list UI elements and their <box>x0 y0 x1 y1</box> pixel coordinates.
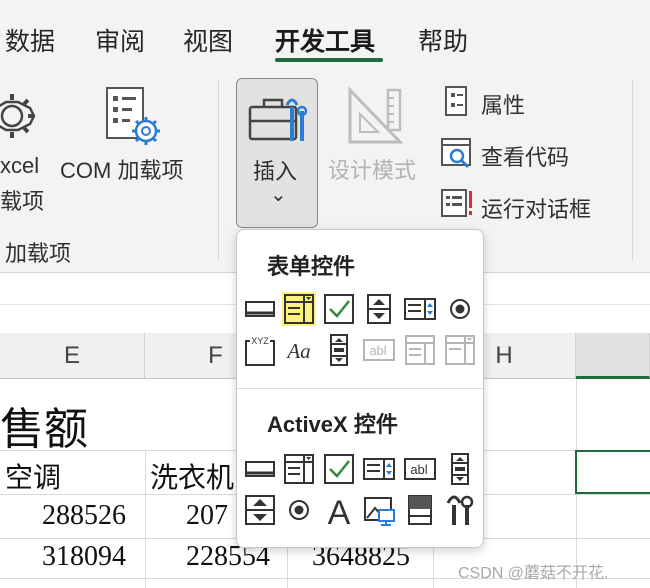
combo-list-edit-icon <box>405 335 435 365</box>
text-field-icon: abl <box>363 339 395 361</box>
tab-data[interactable]: 数据 <box>5 22 55 58</box>
run-dialog-icon <box>441 189 472 217</box>
activex-more-controls-control[interactable] <box>443 493 477 527</box>
list-box-icon <box>363 458 395 480</box>
text-box-icon: abl <box>404 458 436 480</box>
properties-label: 属性 <box>481 93 526 118</box>
option-button-icon <box>450 299 470 319</box>
wrench-screwdriver-icon <box>446 495 474 525</box>
com-addins-label: COM 加载项 <box>60 158 184 183</box>
form-option-button-control[interactable] <box>443 292 477 326</box>
cell-f-header[interactable]: 洗衣机 <box>150 456 234 496</box>
form-label-control[interactable]: Aa <box>282 333 316 367</box>
chevron-down-icon: ⌄ <box>270 184 287 206</box>
insert-controls-button[interactable]: 插入 ⌄ <box>236 78 318 228</box>
svg-text:Aa: Aa <box>285 339 310 363</box>
spin-button-icon <box>245 495 275 525</box>
tab-review[interactable]: 审阅 <box>95 22 145 58</box>
addins-group-label: 加载项 <box>5 241 72 266</box>
active-tab-indicator <box>275 58 383 62</box>
group-box-icon: XYZ <box>245 336 275 366</box>
view-code-label: 查看代码 <box>481 145 570 170</box>
cell-title[interactable]: 售额 <box>0 393 88 457</box>
activex-image-control[interactable] <box>362 493 396 527</box>
toolbox-icon <box>248 98 308 141</box>
form-list-box-control[interactable] <box>403 292 437 326</box>
form-text-field-control[interactable]: abl <box>362 333 396 367</box>
scroll-bar-icon <box>451 453 469 485</box>
ribbon-tab-bar: 数据 审阅 视图 开发工具 帮助 <box>0 0 650 68</box>
activex-controls-title: ActiveX 控件 <box>267 412 398 437</box>
selected-cell[interactable] <box>575 450 650 494</box>
check-box-icon <box>324 294 354 324</box>
cell-e-header[interactable]: 空调 <box>5 456 61 496</box>
form-combo-dropdown-edit-control[interactable] <box>443 333 477 367</box>
group-separator <box>218 80 219 260</box>
form-button-control[interactable] <box>243 292 277 326</box>
activex-label-control[interactable]: A <box>322 493 356 532</box>
cell-f-row1[interactable]: 207 <box>186 500 228 532</box>
properties-icon <box>445 86 467 116</box>
combo-dropdown-edit-icon <box>445 335 475 365</box>
toggle-button-icon <box>408 495 432 525</box>
column-header-e[interactable]: E <box>0 333 145 379</box>
insert-controls-dropdown: 表单控件 XYZ Aa abl ActiveX 控件 abl A <box>236 229 484 548</box>
spin-button-icon <box>367 294 391 324</box>
design-mode-label: 设计模式 <box>328 158 417 183</box>
form-combo-box-control[interactable] <box>282 292 316 326</box>
activex-spin-button-control[interactable] <box>243 493 277 527</box>
group-separator <box>632 80 633 260</box>
watermark: CSDN @蘑菇不开花. <box>458 565 609 582</box>
gear-icon <box>0 94 36 138</box>
design-mode-icon <box>348 86 404 144</box>
form-group-box-control[interactable]: XYZ <box>243 333 277 367</box>
svg-text:A: A <box>328 494 351 527</box>
activex-list-box-control[interactable] <box>362 452 396 486</box>
excel-addins-label-2: 载项 <box>0 189 45 214</box>
tab-developer[interactable]: 开发工具 <box>275 22 375 58</box>
tab-view[interactable]: 视图 <box>183 22 233 58</box>
activex-text-box-control[interactable]: abl <box>403 452 437 486</box>
activex-combo-box-control[interactable] <box>282 452 316 486</box>
combo-box-icon <box>284 454 314 484</box>
command-button-icon <box>245 461 275 477</box>
column-header-i[interactable] <box>576 333 650 379</box>
scroll-bar-icon <box>330 334 348 366</box>
excel-addins-label-1: xcel <box>0 153 40 178</box>
form-controls-title: 表单控件 <box>267 254 356 279</box>
form-combo-list-edit-control[interactable] <box>403 333 437 367</box>
cell-e-row1[interactable]: 288526 <box>42 500 126 532</box>
option-button-icon <box>289 500 309 520</box>
cell-e-row2[interactable]: 318094 <box>42 541 126 573</box>
form-scroll-bar-control[interactable] <box>322 333 356 367</box>
view-code-icon <box>441 138 471 169</box>
combo-box-icon <box>284 294 314 324</box>
run-dialog-label: 运行对话框 <box>481 197 592 222</box>
activex-command-button-control[interactable] <box>243 452 277 486</box>
activex-option-button-control[interactable] <box>282 493 316 527</box>
activex-check-box-control[interactable] <box>322 452 356 486</box>
form-spin-button-control[interactable] <box>362 292 396 326</box>
dropdown-divider <box>237 388 483 389</box>
grid-line <box>145 450 146 588</box>
svg-text:XYZ: XYZ <box>251 336 269 346</box>
check-box-icon <box>324 454 354 484</box>
tab-help[interactable]: 帮助 <box>418 22 468 58</box>
label-icon: Aa <box>285 339 310 363</box>
com-addins-icon <box>106 87 160 145</box>
activex-scroll-bar-control[interactable] <box>443 452 477 486</box>
svg-text:abl: abl <box>410 462 427 477</box>
activex-toggle-button-control[interactable] <box>403 493 437 527</box>
image-icon <box>364 497 395 526</box>
label-icon: A <box>328 494 351 532</box>
form-check-box-control[interactable] <box>322 292 356 326</box>
button-icon <box>245 301 275 317</box>
svg-text:abl: abl <box>369 343 386 358</box>
list-box-icon <box>404 298 436 320</box>
